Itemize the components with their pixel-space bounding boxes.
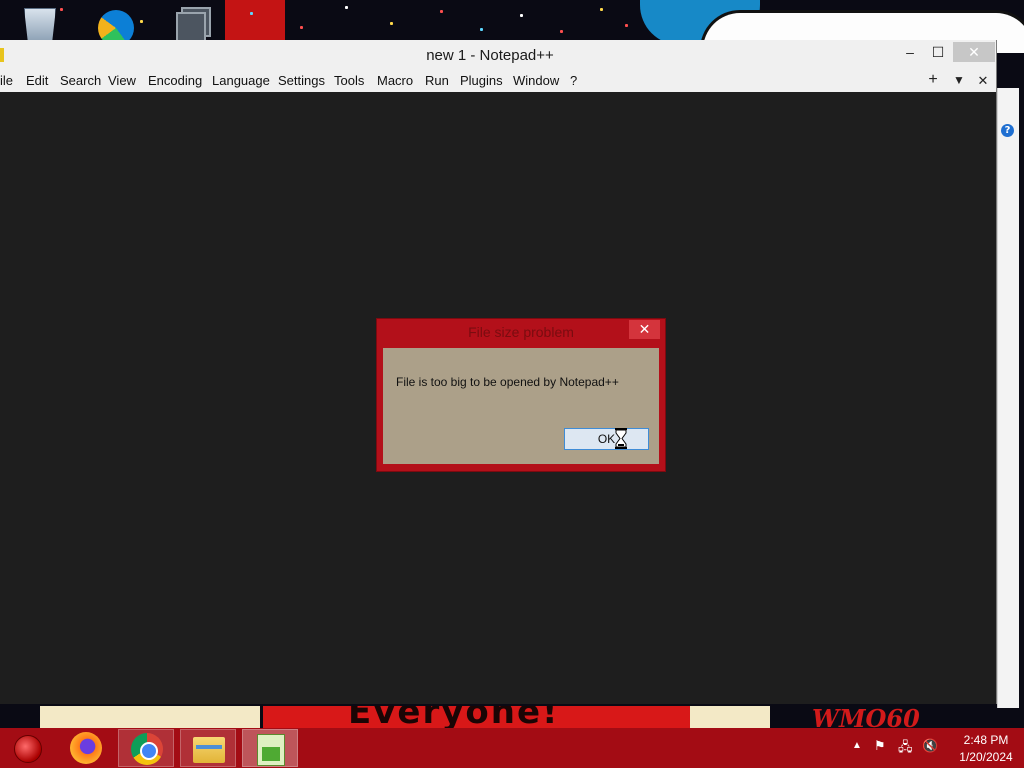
ok-button[interactable]: OK xyxy=(564,428,649,450)
menu-encoding[interactable]: Encoding xyxy=(148,73,202,88)
dialog-message: File is too big to be opened by Notepad+… xyxy=(396,375,619,389)
new-tab-button[interactable]: + xyxy=(925,71,941,89)
menu-edit[interactable]: Edit xyxy=(26,73,48,88)
title-bar[interactable]: new 1 - Notepad++ – ☐ ✕ xyxy=(0,40,996,70)
start-orb-icon xyxy=(14,735,42,763)
wallpaper-confetti xyxy=(300,26,303,29)
wallpaper-confetti xyxy=(625,24,628,27)
edge-icon[interactable] xyxy=(96,4,136,46)
wallpaper-confetti xyxy=(480,28,483,31)
notepadpp-icon xyxy=(257,734,285,766)
action-center-flag-icon[interactable]: ⚑ xyxy=(874,738,886,754)
menu-view[interactable]: View xyxy=(108,73,136,88)
menu-file[interactable]: ile xyxy=(0,73,13,88)
clock-date[interactable]: 1/20/2024 xyxy=(952,750,1020,764)
wallpaper-confetti xyxy=(440,10,443,13)
wallpaper-confetti xyxy=(60,8,63,11)
chrome-icon xyxy=(131,733,163,765)
close-tab-button[interactable]: ✕ xyxy=(975,73,991,89)
system-tray: ▲ ⚑ 🖧 🔇 2:48 PM 1/20/2024 xyxy=(848,728,1024,768)
wallpaper-confetti xyxy=(390,22,393,25)
wallpaper-confetti xyxy=(345,6,348,9)
taskbar-notepadpp[interactable] xyxy=(242,729,298,767)
volume-muted-icon[interactable]: 🔇 xyxy=(922,738,938,754)
taskbar-chrome[interactable] xyxy=(118,729,174,767)
wallpaper-confetti xyxy=(140,20,143,23)
wallpaper-confetti xyxy=(520,14,523,17)
show-hidden-icons-icon[interactable]: ▲ xyxy=(852,740,862,751)
window-title: new 1 - Notepad++ xyxy=(426,47,554,64)
wallpaper-shape xyxy=(225,0,285,40)
wallpaper-shape xyxy=(40,706,260,730)
hourglass-cursor-icon xyxy=(615,428,627,449)
wallpaper-confetti xyxy=(250,12,253,15)
recycle-bin-icon[interactable] xyxy=(20,4,60,42)
maximize-button[interactable]: ☐ xyxy=(924,42,952,62)
taskbar: ▲ ⚑ 🖧 🔇 2:48 PM 1/20/2024 xyxy=(0,728,1024,768)
wallpaper-confetti xyxy=(600,8,603,11)
task-view-icon[interactable] xyxy=(172,4,212,42)
firefox-icon xyxy=(70,732,102,764)
help-icon[interactable]: ? xyxy=(1001,124,1014,137)
minimize-button[interactable]: – xyxy=(896,42,924,62)
wallpaper-banner-text: Everyone! xyxy=(348,706,560,730)
list-tabs-button[interactable]: ▼ xyxy=(951,73,967,87)
menu-language[interactable]: Language xyxy=(212,73,270,88)
dialog-title: File size problem xyxy=(468,324,574,340)
folder-icon xyxy=(193,737,225,763)
taskbar-firefox[interactable] xyxy=(58,729,114,767)
menu-search[interactable]: Search xyxy=(60,73,101,88)
menu-tools[interactable]: Tools xyxy=(334,73,364,88)
menu-settings[interactable]: Settings xyxy=(278,73,325,88)
taskbar-file-explorer[interactable] xyxy=(180,729,236,767)
wallpaper-confetti xyxy=(560,30,563,33)
close-window-button[interactable]: ✕ xyxy=(953,42,995,62)
wallpaper-banner: Everyone! xyxy=(263,706,763,730)
menu-run[interactable]: Run xyxy=(425,73,449,88)
menu-window[interactable]: Window xyxy=(513,73,559,88)
desktop-screen: Everyone! WMO60 ? new 1 - Notepad++ – ☐ … xyxy=(0,0,1024,768)
background-window-edge xyxy=(997,88,1019,708)
menu-help[interactable]: ? xyxy=(570,73,577,88)
menu-plugins[interactable]: Plugins xyxy=(460,73,503,88)
dialog-close-button[interactable]: ✕ xyxy=(629,320,660,339)
network-icon[interactable]: 🖧 xyxy=(898,738,913,760)
wallpaper-shape xyxy=(690,706,770,730)
menu-macro[interactable]: Macro xyxy=(377,73,413,88)
menu-bar: ile Edit Search View Encoding Language S… xyxy=(0,70,996,92)
clock-time[interactable]: 2:48 PM xyxy=(956,733,1016,747)
start-button[interactable] xyxy=(4,729,60,767)
